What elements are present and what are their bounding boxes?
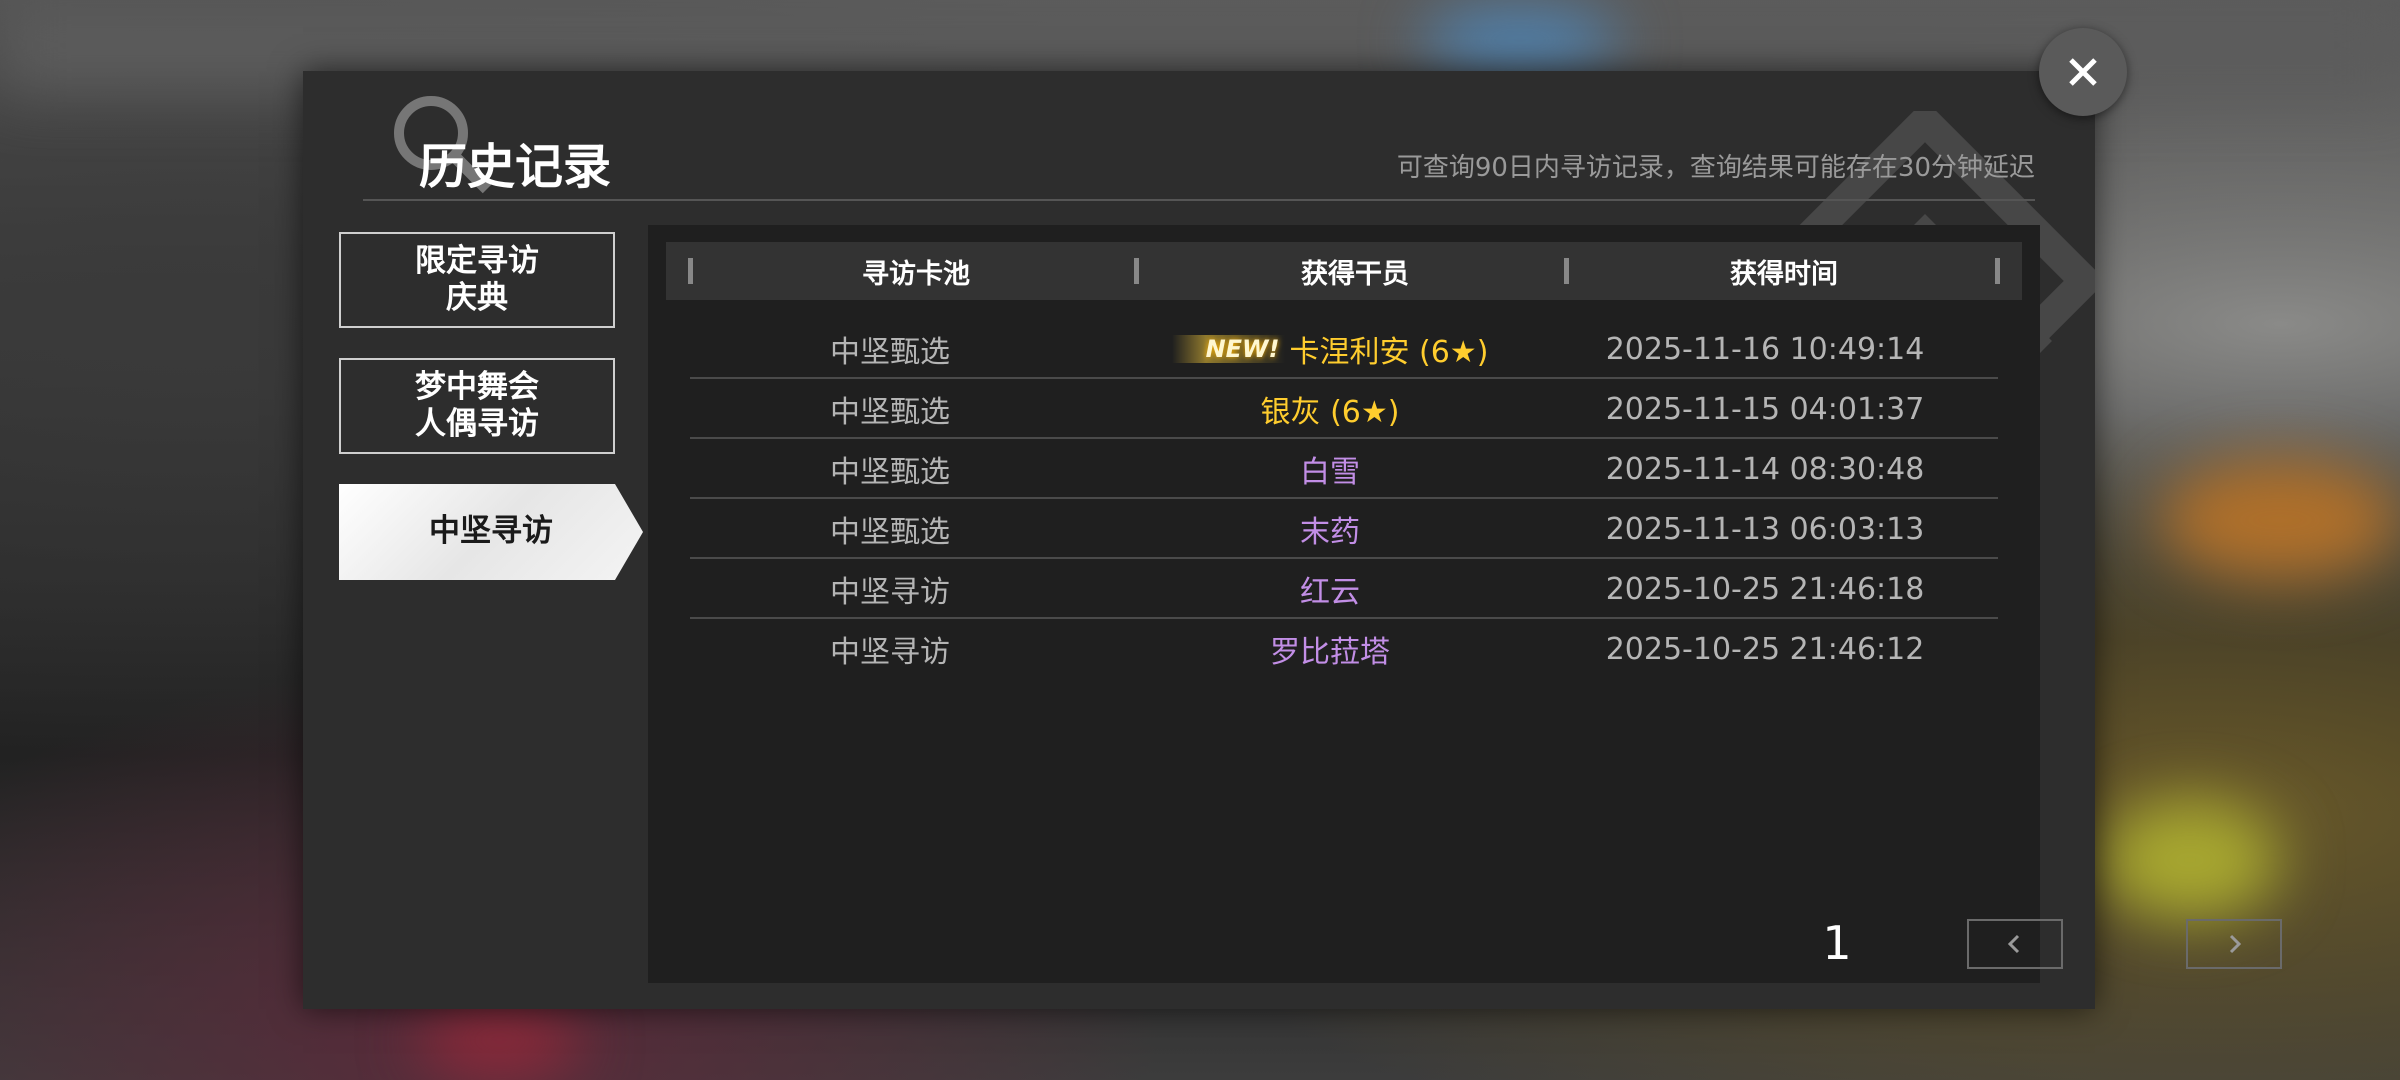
background-blob bbox=[2100, 800, 2280, 920]
obtained-time: 2025-11-15 04:01:37 bbox=[1605, 391, 1925, 427]
tab-limited-celebration[interactable]: 限定寻访 庆典 bbox=[339, 232, 615, 328]
column-header-pool: 寻访卡池 bbox=[862, 258, 970, 290]
chevron-right-icon bbox=[2229, 934, 2242, 954]
column-header-time: 获得时间 bbox=[1730, 258, 1838, 290]
records-panel: 寻访卡池 获得干员 获得时间 中坚甄选 NEW! 卡涅利安 (6★) 2025-… bbox=[648, 225, 2282, 983]
close-icon bbox=[2069, 58, 2097, 86]
operator-name: 卡涅利安 (6★) bbox=[1289, 335, 1489, 370]
prev-page-button[interactable] bbox=[1967, 919, 2063, 969]
obtained-time: 2025-11-14 08:30:48 bbox=[1605, 451, 1925, 487]
background-blob bbox=[420, 1000, 580, 1080]
title-divider bbox=[363, 199, 2035, 201]
page-title: 历史记录 bbox=[419, 139, 612, 195]
pool-name: 中坚寻访 bbox=[830, 635, 950, 670]
header-separator bbox=[1995, 258, 2000, 284]
obtained-time: 2025-11-13 06:03:13 bbox=[1605, 511, 1925, 547]
obtained-time: 2025-11-16 10:49:14 bbox=[1605, 331, 1925, 367]
operator-cell: NEW! 卡涅利安 (6★) bbox=[1130, 319, 1530, 379]
page-number: 1 bbox=[1822, 916, 1852, 970]
tab-standard-headhunting[interactable]: 中坚寻访 bbox=[339, 484, 643, 580]
close-button[interactable] bbox=[2039, 28, 2127, 116]
next-page-button[interactable] bbox=[2186, 919, 2282, 969]
operator-name: 白雪 bbox=[1300, 455, 1360, 490]
query-notice: 可查询90日内寻访记录，查询结果可能存在30分钟延迟 bbox=[1396, 153, 2035, 183]
pool-name: 中坚甄选 bbox=[830, 515, 950, 550]
header-separator bbox=[688, 258, 693, 284]
table-row: 中坚甄选 银灰 (6★) 2025-11-15 04:01:37 bbox=[690, 379, 1998, 439]
column-header-operator: 获得干员 bbox=[1301, 258, 1409, 290]
pool-name: 中坚甄选 bbox=[830, 335, 950, 370]
tab-label: 梦中舞会 人偶寻访 bbox=[415, 368, 539, 442]
chevron-left-icon bbox=[2007, 934, 2020, 954]
header-separator bbox=[1134, 258, 1139, 284]
pool-name: 中坚寻访 bbox=[830, 575, 950, 610]
obtained-time: 2025-10-25 21:46:12 bbox=[1605, 631, 1925, 667]
table-row: 中坚甄选 白雪 2025-11-14 08:30:48 bbox=[690, 439, 1998, 499]
background-blob bbox=[2160, 460, 2400, 580]
tab-label: 限定寻访 庆典 bbox=[415, 242, 539, 316]
table-row: 中坚甄选 NEW! 卡涅利安 (6★) 2025-11-16 10:49:14 bbox=[690, 319, 1998, 379]
table-row: 中坚寻访 红云 2025-10-25 21:46:18 bbox=[690, 559, 1998, 619]
operator-name: 末药 bbox=[1300, 515, 1360, 550]
pool-name: 中坚甄选 bbox=[830, 395, 950, 430]
tab-dream-ball[interactable]: 梦中舞会 人偶寻访 bbox=[339, 358, 615, 454]
obtained-time: 2025-10-25 21:46:18 bbox=[1605, 571, 1925, 607]
history-modal: 历史记录 可查询90日内寻访记录，查询结果可能存在30分钟延迟 限定寻访 庆典 … bbox=[303, 71, 2282, 1009]
operator-name: 银灰 (6★) bbox=[1260, 395, 1400, 430]
table-row: 中坚甄选 末药 2025-11-13 06:03:13 bbox=[690, 499, 1998, 559]
new-badge: NEW! bbox=[1171, 335, 1286, 363]
background-blob bbox=[1420, 10, 1620, 70]
pool-name: 中坚甄选 bbox=[830, 455, 950, 490]
table-row: 中坚寻访 罗比菈塔 2025-10-25 21:46:12 bbox=[690, 619, 1998, 679]
operator-name: 罗比菈塔 bbox=[1270, 635, 1390, 670]
operator-name: 红云 bbox=[1300, 575, 1360, 610]
header-separator bbox=[1564, 258, 1569, 284]
tab-label: 中坚寻访 bbox=[429, 513, 553, 550]
table-header: 寻访卡池 获得干员 获得时间 bbox=[666, 242, 2022, 300]
